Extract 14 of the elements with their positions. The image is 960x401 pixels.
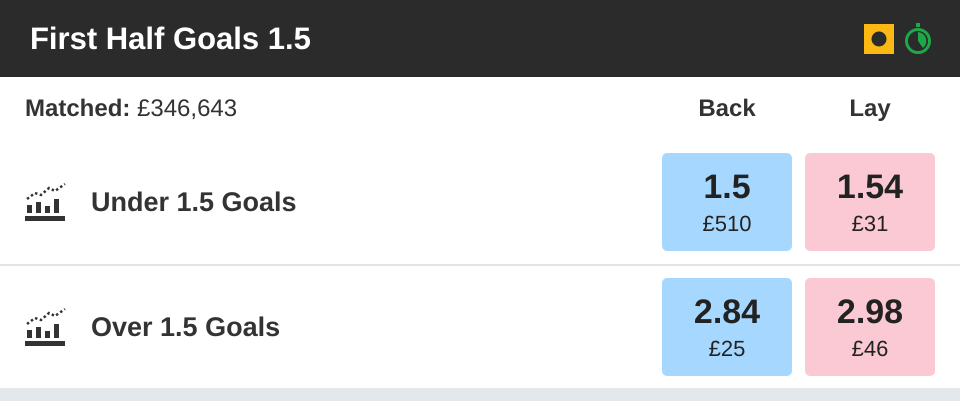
chart-icon[interactable] (25, 183, 67, 221)
in-play-icon (864, 24, 894, 54)
runner-name: Under 1.5 Goals (91, 186, 298, 218)
lay-price-button[interactable]: 2.98 £46 (805, 278, 935, 376)
runner-name: Over 1.5 Goals (91, 312, 282, 342)
market-title: First Half Goals 1.5 (30, 20, 312, 56)
back-price-button[interactable]: 1.5 £510 (662, 153, 792, 251)
matched-amount: Matched: £346,643 (25, 94, 238, 122)
back-price-button[interactable]: 2.84 £25 (662, 278, 792, 376)
column-heading: Back (697, 94, 757, 122)
timer-icon (904, 22, 932, 54)
chart-icon[interactable] (25, 308, 67, 346)
lay-price-button[interactable]: 1.54 £31 (805, 153, 935, 251)
column-heading: Lay (848, 94, 892, 122)
